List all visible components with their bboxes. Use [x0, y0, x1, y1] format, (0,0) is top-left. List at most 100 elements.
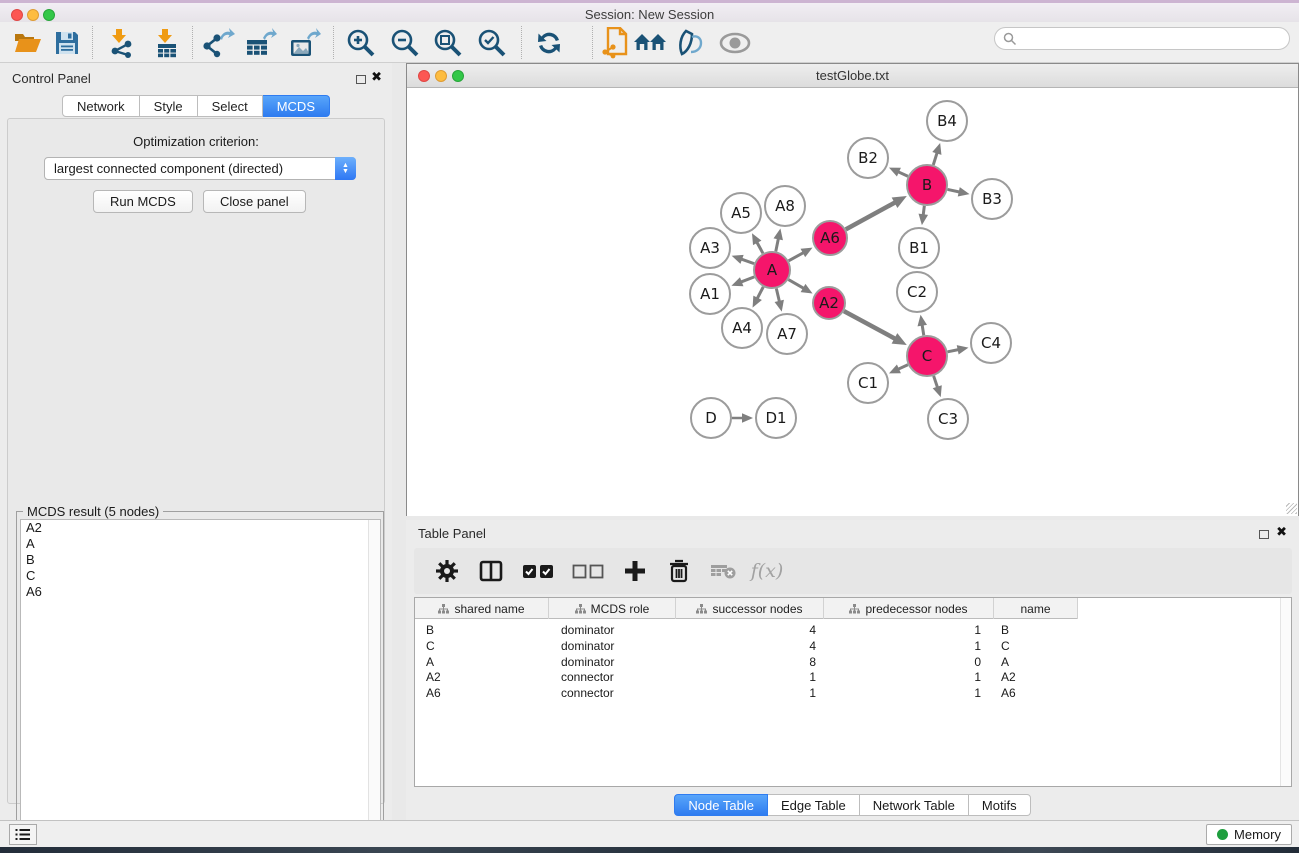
import-network-icon[interactable] — [104, 27, 138, 59]
table-cell[interactable]: C — [415, 638, 549, 654]
close-panel-button[interactable]: Close panel — [203, 190, 306, 213]
tab-network[interactable]: Network — [62, 95, 140, 117]
graph-edge-A-A1[interactable] — [740, 277, 754, 283]
table-cell[interactable]: A6 — [415, 685, 549, 701]
open-file-icon[interactable] — [11, 27, 45, 59]
graph-edge-A-A8[interactable] — [776, 237, 779, 251]
table-cell[interactable]: 4 — [676, 622, 824, 638]
export-image-icon[interactable] — [288, 27, 322, 59]
tab-select[interactable]: Select — [198, 95, 263, 117]
graph-edge-B-B4[interactable] — [933, 152, 937, 165]
mcds-result-item[interactable]: A6 — [21, 584, 380, 600]
graph-edge-B-B3[interactable] — [948, 189, 961, 192]
table-cell[interactable]: A — [415, 654, 549, 670]
graph-edge-A-A2[interactable] — [788, 280, 804, 289]
zoom-fit-icon[interactable] — [431, 27, 465, 59]
column-header[interactable]: name — [994, 598, 1078, 619]
table-cell[interactable]: 1 — [824, 685, 994, 701]
table-cell[interactable]: dominator — [549, 638, 676, 654]
table-cell[interactable]: 1 — [824, 622, 994, 638]
export-network-icon[interactable] — [202, 27, 236, 59]
tab-motifs[interactable]: Motifs — [969, 794, 1031, 816]
table-cell[interactable]: connector — [549, 685, 676, 701]
genemania-icon[interactable] — [633, 27, 667, 59]
unselect-all-columns-icon[interactable] — [570, 556, 606, 586]
graph-edge-A-A6[interactable] — [789, 252, 805, 261]
select-all-columns-icon[interactable] — [520, 556, 556, 586]
search-field[interactable] — [994, 27, 1290, 50]
close-panel-icon[interactable]: ✖ — [371, 69, 382, 85]
annotation-icon[interactable] — [674, 27, 708, 59]
delete-table-icon[interactable] — [708, 556, 738, 586]
float-panel-icon[interactable] — [356, 72, 366, 87]
table-row[interactable]: Cdominator41C — [415, 638, 1078, 654]
table-cell[interactable]: A — [994, 654, 1078, 670]
optimization-criterion-select[interactable]: largest connected component (directed) ▲… — [44, 157, 356, 180]
memory-button[interactable]: Memory — [1206, 824, 1292, 845]
graph-edge-A2-C[interactable] — [844, 311, 896, 339]
graph-edge-A-A7[interactable] — [776, 288, 779, 302]
graph-edge-A6-B[interactable] — [846, 202, 896, 230]
table-cell[interactable]: B — [994, 622, 1078, 638]
column-header[interactable]: shared name — [415, 598, 549, 619]
mcds-result-list[interactable]: A2ABCA6 — [20, 519, 381, 845]
table-cell[interactable]: 1 — [676, 669, 824, 685]
table-row[interactable]: A2connector11A2 — [415, 669, 1078, 685]
show-hide-icon[interactable] — [718, 27, 752, 59]
table-scrollbar[interactable] — [1280, 598, 1291, 786]
table-cell[interactable]: A6 — [994, 685, 1078, 701]
graph-edge-C-C3[interactable] — [934, 376, 938, 389]
network-graph[interactable]: B4B2BB3A8A5A6A3B1AA1C2A2A4A7C4CC1C3DD1 — [407, 89, 1298, 516]
graph-edge-A-A4[interactable] — [757, 287, 764, 300]
zoom-in-icon[interactable] — [344, 27, 378, 59]
table-cell[interactable]: 1 — [824, 638, 994, 654]
table-row[interactable]: Adominator80A — [415, 654, 1078, 670]
close-table-panel-icon[interactable]: ✖ — [1276, 524, 1287, 540]
network-canvas[interactable]: B4B2BB3A8A5A6A3B1AA1C2A2A4A7C4CC1C3DD1 — [407, 89, 1298, 516]
function-builder-icon[interactable]: f(x) — [752, 556, 782, 586]
delete-column-icon[interactable] — [664, 556, 694, 586]
import-table-icon[interactable] — [150, 27, 184, 59]
float-table-panel-icon[interactable] — [1259, 527, 1269, 542]
mcds-result-item[interactable]: A2 — [21, 520, 380, 536]
mcds-result-item[interactable]: C — [21, 568, 380, 584]
zoom-out-icon[interactable] — [388, 27, 422, 59]
refresh-icon[interactable] — [532, 27, 566, 59]
search-input[interactable] — [1017, 32, 1289, 46]
graph-edge-A-A3[interactable] — [740, 259, 754, 264]
resize-grip-icon[interactable] — [1286, 503, 1297, 514]
export-table-icon[interactable] — [244, 27, 278, 59]
mcds-result-item[interactable]: A — [21, 536, 380, 552]
table-cell[interactable]: 8 — [676, 654, 824, 670]
table-cell[interactable]: 4 — [676, 638, 824, 654]
cyndex-share-icon[interactable] — [598, 27, 632, 59]
column-header[interactable]: MCDS role — [549, 598, 676, 619]
column-header[interactable]: predecessor nodes — [824, 598, 994, 619]
save-session-icon[interactable] — [50, 27, 84, 59]
table-cell[interactable]: B — [415, 622, 549, 638]
table-cell[interactable]: dominator — [549, 654, 676, 670]
add-column-icon[interactable] — [620, 556, 650, 586]
tab-mcds[interactable]: MCDS — [263, 95, 330, 117]
task-history-button[interactable] — [9, 824, 37, 845]
table-cell[interactable]: connector — [549, 669, 676, 685]
table-row[interactable]: Bdominator41B — [415, 622, 1078, 638]
tab-node-table[interactable]: Node Table — [674, 794, 768, 816]
table-cell[interactable]: 0 — [824, 654, 994, 670]
tab-style[interactable]: Style — [140, 95, 198, 117]
table-cell[interactable]: A2 — [994, 669, 1078, 685]
graph-edge-A-A5[interactable] — [756, 241, 763, 253]
gear-icon[interactable] — [432, 556, 462, 586]
mcds-result-item[interactable]: B — [21, 552, 380, 568]
table-row[interactable]: A6connector11A6 — [415, 685, 1078, 701]
table-cell[interactable]: C — [994, 638, 1078, 654]
column-header[interactable]: successor nodes — [676, 598, 824, 619]
tab-network-table[interactable]: Network Table — [860, 794, 969, 816]
table-cell[interactable]: A2 — [415, 669, 549, 685]
zoom-selected-icon[interactable] — [475, 27, 509, 59]
table-cell[interactable]: 1 — [676, 685, 824, 701]
run-mcds-button[interactable]: Run MCDS — [93, 190, 193, 213]
table-cell[interactable]: 1 — [824, 669, 994, 685]
split-view-icon[interactable] — [476, 556, 506, 586]
list-scrollbar[interactable] — [368, 520, 380, 844]
